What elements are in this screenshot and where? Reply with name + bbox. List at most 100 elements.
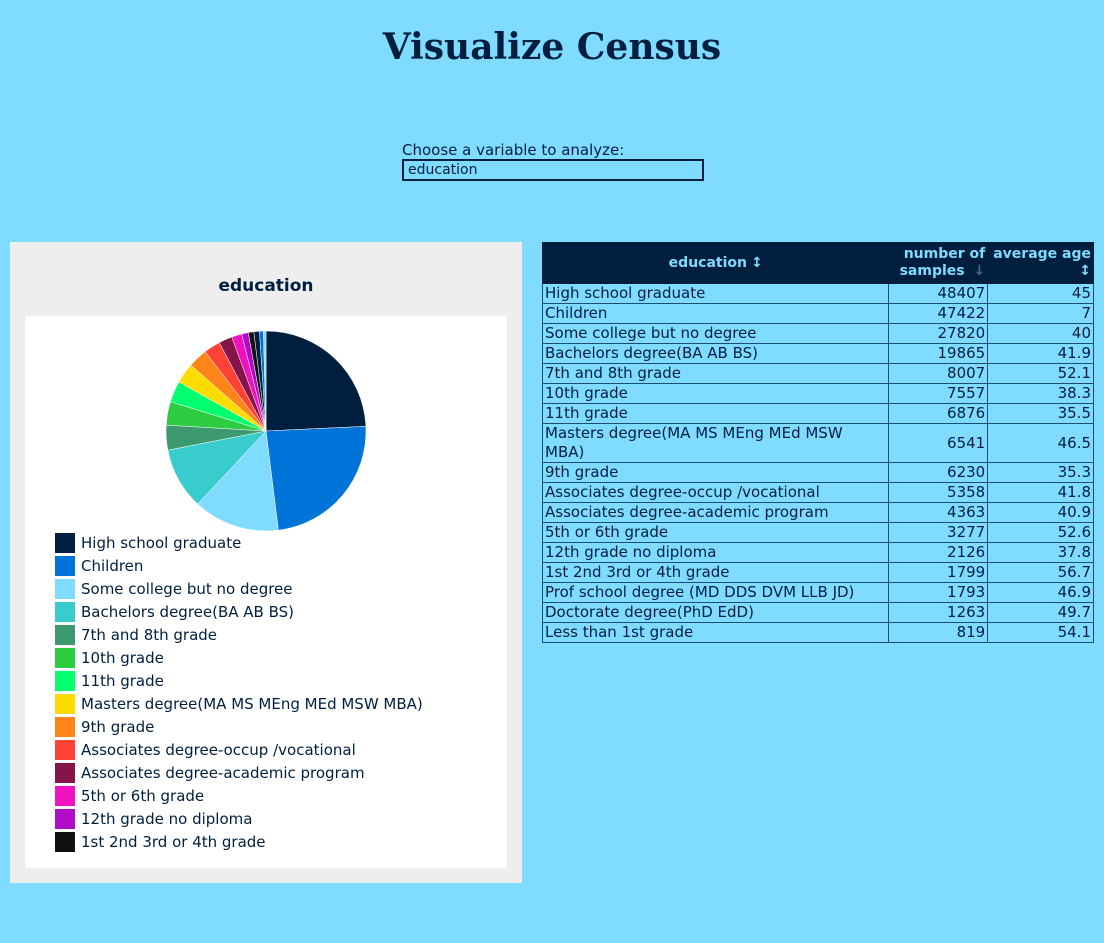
legend-item[interactable]: 9th grade — [55, 715, 423, 738]
legend-label: 1st 2nd 3rd or 4th grade — [81, 832, 266, 851]
cell-education: 1st 2nd 3rd or 4th grade — [541, 562, 890, 583]
table-row: 1st 2nd 3rd or 4th grade 1799 56.7 — [541, 562, 1094, 583]
legend-label: 10th grade — [81, 648, 164, 667]
cell-age: 40.9 — [987, 502, 1094, 523]
legend-item[interactable]: 12th grade no diploma — [55, 807, 423, 830]
cell-samples: 7557 — [888, 383, 989, 404]
table-row: 10th grade 7557 38.3 — [541, 383, 1094, 404]
legend-label: Some college but no degree — [81, 579, 293, 598]
table-row: 12th grade no diploma 2126 37.8 — [541, 542, 1094, 563]
cell-age: 40 — [987, 323, 1094, 344]
cell-samples: 1793 — [888, 582, 989, 603]
legend-item[interactable]: 11th grade — [55, 669, 423, 692]
legend-item[interactable]: 10th grade — [55, 646, 423, 669]
column-header-label: average age — [993, 246, 1091, 262]
legend-swatch — [55, 808, 75, 829]
cell-education: Less than 1st grade — [541, 622, 890, 643]
table-row: 7th and 8th grade 8007 52.1 — [541, 363, 1094, 384]
legend-item[interactable]: High school graduate — [55, 531, 423, 554]
cell-education: 10th grade — [541, 383, 890, 404]
table-row: 11th grade 6876 35.5 — [541, 403, 1094, 424]
cell-samples: 5358 — [888, 482, 989, 503]
legend-swatch — [55, 624, 75, 645]
legend-item[interactable]: 1st 2nd 3rd or 4th grade — [55, 830, 423, 853]
chart-title: education — [218, 276, 314, 296]
cell-age: 46.5 — [987, 423, 1094, 463]
cell-samples: 4363 — [888, 502, 989, 523]
cell-age: 56.7 — [987, 562, 1094, 583]
cell-education: Associates degree-academic program — [541, 502, 890, 523]
variable-dropdown[interactable]: education — [402, 159, 704, 181]
legend-item[interactable]: Children — [55, 554, 423, 577]
table-row: Associates degree-occup /vocational 5358 4… — [541, 482, 1094, 503]
cell-age: 37.8 — [987, 542, 1094, 563]
cell-samples: 819 — [888, 622, 989, 643]
legend-item[interactable]: Associates degree-academic program — [55, 761, 423, 784]
legend-label: 11th grade — [81, 671, 164, 690]
cell-samples: 1263 — [888, 602, 989, 623]
cell-age: 35.3 — [987, 462, 1094, 483]
legend-label: Bachelors degree(BA AB BS) — [81, 602, 295, 621]
cell-age: 35.5 — [987, 403, 1094, 424]
legend-item[interactable]: 5th or 6th grade — [55, 784, 423, 807]
table-row: Some college but no degree 27820 40 — [541, 323, 1094, 344]
table-header-row: education ↕ number of samples ↓ average a… — [541, 242, 1094, 284]
legend-item[interactable]: Some college but no degree — [55, 577, 423, 600]
cell-education: Some college but no degree — [541, 323, 890, 344]
legend-item[interactable]: 7th and 8th grade — [55, 623, 423, 646]
cell-age: 52.1 — [987, 363, 1094, 384]
table-row: Associates degree-academic program 4363 40… — [541, 502, 1094, 523]
cell-samples: 3277 — [888, 522, 989, 543]
sort-icon[interactable]: ↕ — [1079, 263, 1091, 279]
cell-education: High school graduate — [541, 283, 890, 304]
cell-education: 9th grade — [541, 462, 890, 483]
legend-label: 7th and 8th grade — [81, 625, 218, 644]
chart-legend: High school graduate Children Some college… — [55, 531, 423, 853]
cell-age: 45 — [987, 283, 1094, 304]
legend-swatch — [55, 785, 75, 806]
cell-age: 7 — [987, 303, 1094, 324]
legend-label: Associates degree-occup /vocational — [81, 740, 356, 759]
sort-desc-icon[interactable]: ↓ — [973, 263, 985, 279]
legend-swatch — [55, 670, 75, 691]
cell-education: Masters degree(MA MS MEng MEd MSW MBA) — [541, 423, 890, 463]
cell-age: 38.3 — [987, 383, 1094, 404]
cell-education: 11th grade — [541, 403, 890, 424]
legend-label: 5th or 6th grade — [81, 786, 205, 805]
pie-slice[interactable] — [265, 426, 367, 531]
legend-item[interactable]: Masters degree(MA MS MEng MEd MSW MBA) — [55, 692, 423, 715]
legend-swatch — [55, 716, 75, 737]
column-header-label: education — [668, 254, 747, 271]
cell-age: 52.6 — [987, 522, 1094, 543]
page-title: Visualize Census — [382, 26, 722, 68]
table-row: Children 47422 7 — [541, 303, 1094, 324]
table-row: Less than 1st grade 819 54.1 — [541, 622, 1094, 643]
column-header-education[interactable]: education ↕ — [541, 242, 890, 284]
column-header-samples[interactable]: number of samples ↓ — [888, 242, 989, 284]
cell-samples: 2126 — [888, 542, 989, 563]
selector-label: Choose a variable to analyze: — [402, 141, 625, 159]
pie-chart — [165, 330, 367, 532]
legend-swatch — [55, 601, 75, 622]
cell-education: 7th and 8th grade — [541, 363, 890, 384]
table-row: 9th grade 6230 35.3 — [541, 462, 1094, 483]
legend-item[interactable]: Associates degree-occup /vocational — [55, 738, 423, 761]
legend-swatch — [55, 647, 75, 668]
legend-item[interactable]: Bachelors degree(BA AB BS) — [55, 600, 423, 623]
legend-swatch — [55, 693, 75, 714]
legend-label: Associates degree-academic program — [81, 763, 365, 782]
cell-age: 41.9 — [987, 343, 1094, 364]
sort-icon[interactable]: ↕ — [751, 255, 763, 271]
cell-samples: 6230 — [888, 462, 989, 483]
legend-label: Children — [81, 556, 144, 575]
legend-swatch — [55, 739, 75, 760]
variable-selector: Choose a variable to analyze: education — [402, 141, 704, 181]
data-table: education ↕ number of samples ↓ average a… — [541, 242, 1094, 643]
table-row: Masters degree(MA MS MEng MEd MSW MBA) 65… — [541, 423, 1094, 463]
table-row: Bachelors degree(BA AB BS) 19865 41.9 — [541, 343, 1094, 364]
cell-education: Doctorate degree(PhD EdD) — [541, 602, 890, 623]
cell-age: 46.9 — [987, 582, 1094, 603]
column-header-age[interactable]: average age ↕ — [987, 242, 1094, 284]
pie-slice[interactable] — [265, 330, 367, 432]
table-row: High school graduate 48407 45 — [541, 283, 1094, 304]
